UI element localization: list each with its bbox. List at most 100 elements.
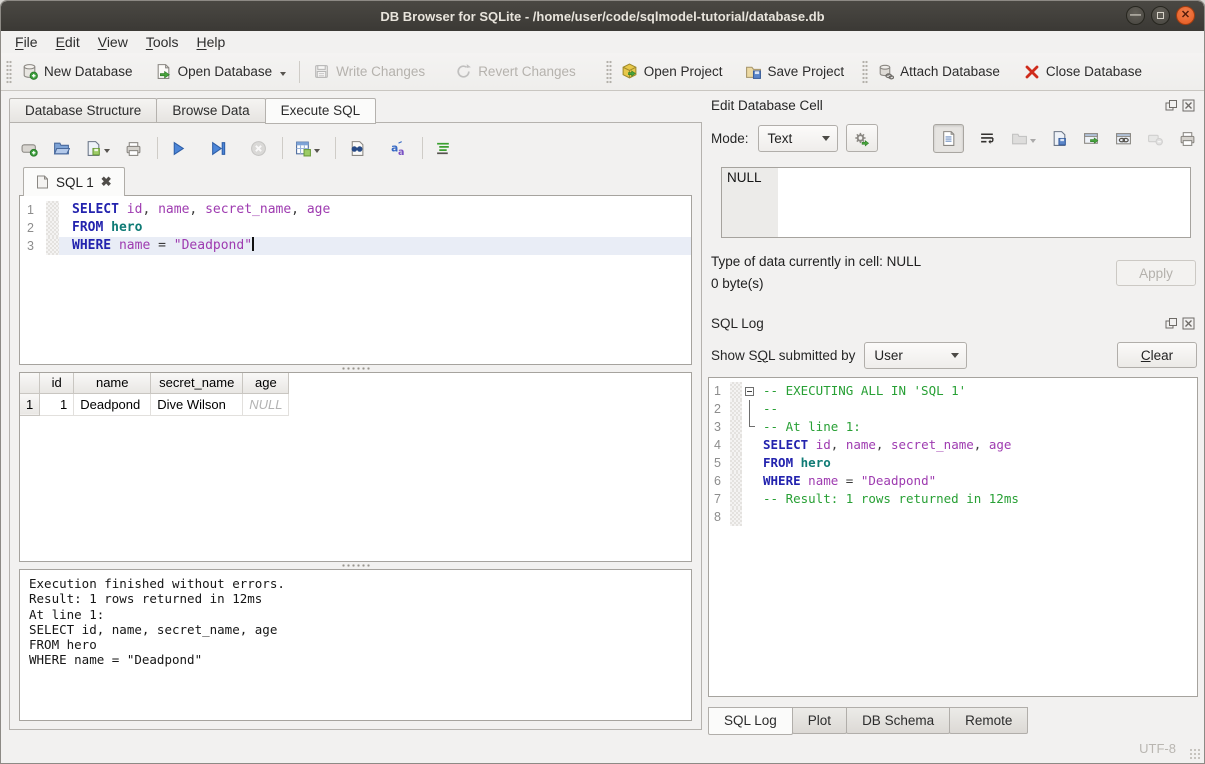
menu-edit[interactable]: Edit: [47, 33, 89, 51]
tab-db-schema[interactable]: DB Schema: [846, 707, 950, 734]
tab-execute-sql[interactable]: Execute SQL: [265, 98, 377, 124]
fold-marker-column: [742, 490, 762, 508]
word-wrap-icon[interactable]: [979, 130, 996, 147]
resize-grip[interactable]: [1189, 748, 1201, 760]
window-title: DB Browser for SQLite - /home/user/code/…: [380, 9, 824, 24]
log-text: FROM hero: [762, 454, 831, 472]
open-database-dropdown-arrow[interactable]: [280, 72, 286, 76]
new-database-button[interactable]: New Database: [17, 60, 137, 83]
close-database-icon: [1024, 64, 1040, 80]
print-cell-icon[interactable]: [1179, 130, 1196, 147]
editor-line[interactable]: 2FROM hero: [20, 219, 691, 237]
splitter-handle-icon: [341, 367, 371, 370]
toolbar-drag-handle2[interactable]: [606, 60, 612, 84]
execute-line-button[interactable]: [210, 140, 227, 157]
sql-file-tab[interactable]: SQL 1 ✖: [23, 167, 125, 196]
format-sql-button[interactable]: [435, 140, 452, 157]
text-mode-toggle[interactable]: [933, 124, 964, 153]
minimize-button[interactable]: —: [1126, 6, 1145, 25]
editor-line[interactable]: 3WHERE name = "Deadpond": [20, 237, 691, 255]
print-sql-button[interactable]: [125, 140, 142, 157]
open-sql-icon: [53, 140, 70, 157]
combo-arrow-icon: [822, 136, 830, 141]
column-header-secret_name[interactable]: secret_name: [151, 373, 243, 393]
tab-database-structure[interactable]: Database Structure: [9, 98, 157, 123]
document-tab-bar: Database Structure Browse Data Execute S…: [9, 98, 702, 123]
cell-value-editor[interactable]: NULL: [721, 167, 1191, 238]
sql-log-view[interactable]: 1-- EXECUTING ALL IN 'SQL 1'2--3-- At li…: [708, 377, 1198, 697]
submitted-by-combobox[interactable]: User: [864, 342, 967, 369]
maximize-button[interactable]: [1151, 6, 1170, 25]
table-cell[interactable]: Deadpond: [74, 393, 151, 415]
column-header-age[interactable]: age: [243, 373, 289, 393]
mode-label: Mode:: [711, 131, 749, 146]
tab-plot[interactable]: Plot: [792, 707, 847, 734]
save-results-dropdown-arrow[interactable]: [314, 149, 320, 153]
attach-database-button[interactable]: Attach Database: [873, 60, 1004, 83]
corner-header[interactable]: [20, 373, 40, 393]
close-dock-icon2[interactable]: [1182, 317, 1195, 330]
table-row[interactable]: 11DeadpondDive WilsonNULL: [20, 393, 289, 415]
execute-all-button[interactable]: [170, 140, 187, 157]
save-sql-icon: [85, 140, 102, 157]
autocomplete-button[interactable]: aa: [390, 140, 407, 157]
save-project-button[interactable]: Save Project: [741, 60, 849, 83]
auto-apply-button[interactable]: [846, 124, 878, 152]
close-button[interactable]: ✕: [1176, 6, 1195, 25]
text-cursor: [252, 237, 254, 251]
sql-log-dock-title[interactable]: SQL Log: [708, 313, 1198, 333]
left-pane: Database Structure Browse Data Execute S…: [1, 91, 702, 735]
close-database-button[interactable]: Close Database: [1020, 61, 1146, 83]
open-file-icon: [1011, 130, 1028, 147]
table-cell[interactable]: NULL: [243, 393, 289, 415]
open-in-app-icon[interactable]: [1083, 130, 1100, 147]
show-sql-label: Show SQL submitted by: [711, 348, 855, 363]
menu-file[interactable]: File: [6, 33, 47, 51]
editor-line[interactable]: 1SELECT id, name, secret_name, age: [20, 201, 691, 219]
close-sql-tab-icon[interactable]: ✖: [101, 174, 112, 190]
save-sql-file-button[interactable]: [85, 140, 110, 157]
execution-output[interactable]: Execution finished without errors.Result…: [19, 569, 692, 721]
log-text: -- EXECUTING ALL IN 'SQL 1': [762, 382, 966, 400]
edit-cell-dock-title[interactable]: Edit Database Cell: [708, 95, 1198, 115]
row-header[interactable]: 1: [20, 393, 40, 415]
save-sql-dropdown-arrow[interactable]: [104, 149, 110, 153]
close-dock-icon[interactable]: [1182, 99, 1195, 112]
line-number: 2: [20, 219, 46, 237]
maximize-icon: [1157, 12, 1164, 19]
save-results-button[interactable]: [295, 140, 320, 157]
fold-box-icon[interactable]: [745, 387, 754, 396]
menu-view[interactable]: View: [89, 33, 137, 51]
menu-help[interactable]: Help: [188, 33, 235, 51]
tab-sql-log[interactable]: SQL Log: [708, 707, 793, 735]
title-bar[interactable]: DB Browser for SQLite - /home/user/code/…: [1, 1, 1204, 31]
sql-editor[interactable]: 1SELECT id, name, secret_name, age2FROM …: [19, 195, 692, 365]
table-cell[interactable]: 1: [40, 393, 74, 415]
toolbar-drag-handle3[interactable]: [862, 60, 868, 84]
open-sql-file-button[interactable]: [53, 140, 70, 157]
float-dock-icon2[interactable]: [1165, 317, 1178, 330]
open-project-button[interactable]: Open Project: [617, 60, 727, 83]
open-database-button[interactable]: Open Database: [151, 60, 291, 83]
find-button[interactable]: [348, 140, 365, 157]
menu-tools[interactable]: Tools: [137, 33, 188, 51]
log-text: -- Result: 1 rows returned in 12ms: [762, 490, 1019, 508]
execute-line-icon: [210, 140, 227, 157]
float-dock-icon[interactable]: [1165, 99, 1178, 112]
save-cell-data-icon[interactable]: [1051, 130, 1068, 147]
toolbar-drag-handle[interactable]: [6, 60, 12, 84]
splitter-results-output[interactable]: [19, 562, 692, 569]
fold-margin: [46, 219, 59, 237]
open-project-icon: [621, 63, 638, 80]
new-sql-tab-button[interactable]: [21, 140, 38, 157]
column-header-name[interactable]: name: [74, 373, 151, 393]
column-header-id[interactable]: id: [40, 373, 74, 393]
bottom-dock-tab-bar: SQL Log Plot DB Schema Remote: [708, 707, 1198, 735]
copy-link-icon[interactable]: [1115, 130, 1132, 147]
clear-log-button[interactable]: Clear: [1117, 342, 1197, 368]
tab-remote[interactable]: Remote: [949, 707, 1028, 734]
mode-combobox[interactable]: Text: [758, 125, 838, 152]
splitter-editor-results[interactable]: [19, 365, 692, 372]
table-cell[interactable]: Dive Wilson: [151, 393, 243, 415]
tab-browse-data[interactable]: Browse Data: [156, 98, 265, 123]
